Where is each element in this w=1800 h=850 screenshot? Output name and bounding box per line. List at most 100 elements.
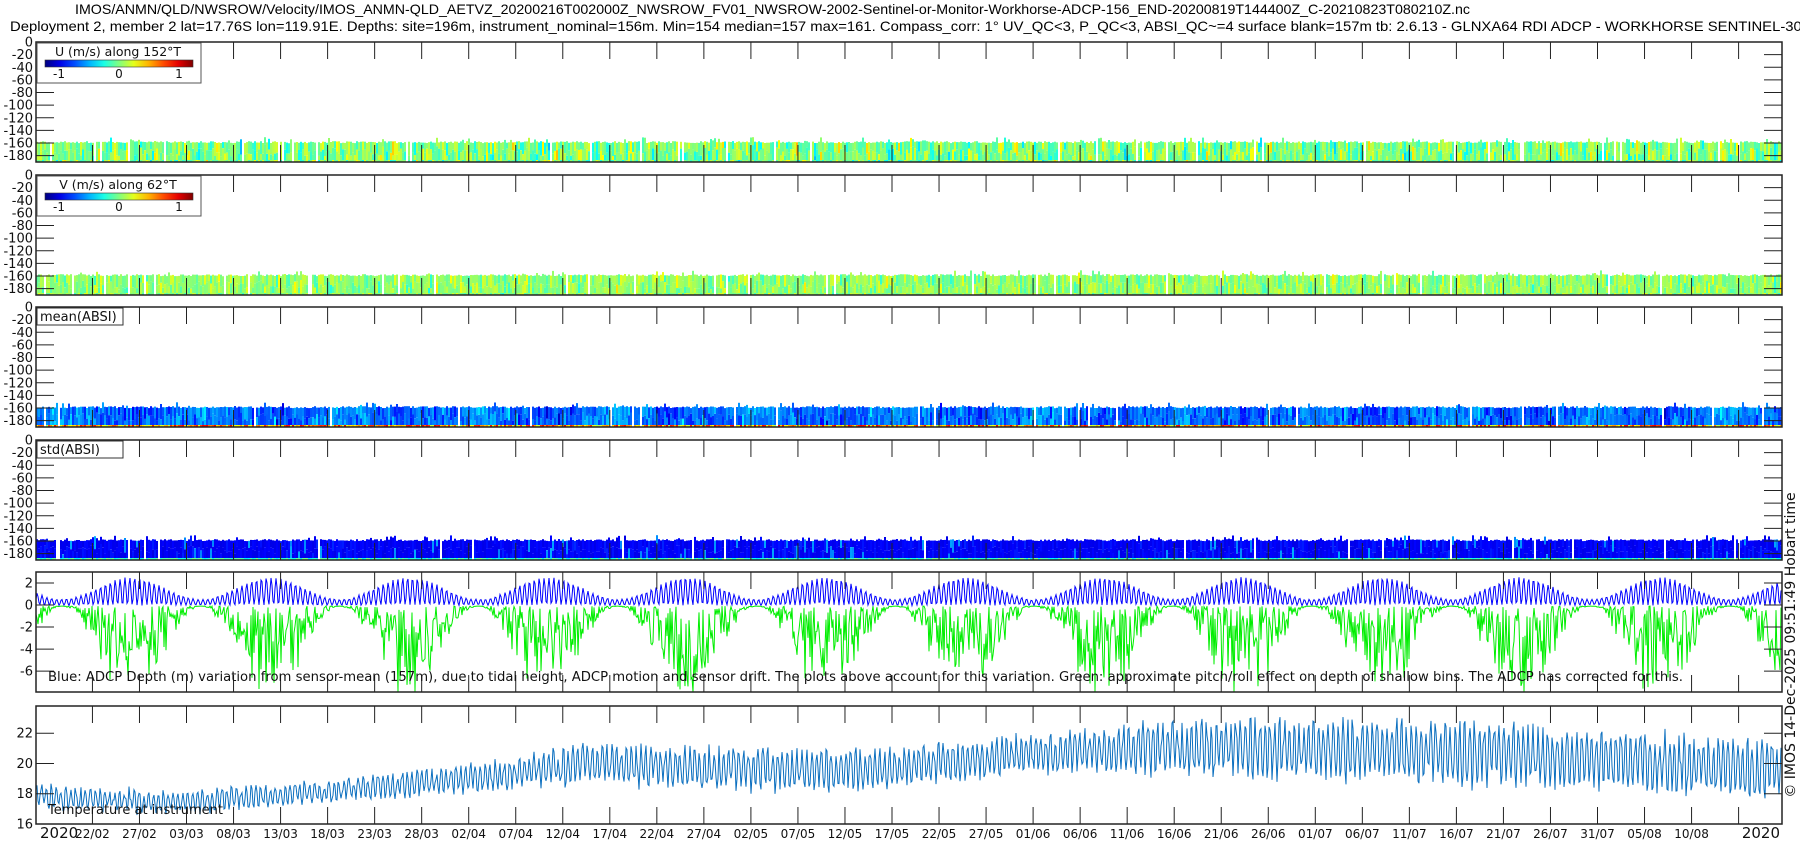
heatmap-cell xyxy=(1062,141,1064,152)
heatmap-cell xyxy=(538,142,540,150)
heatmap-cell xyxy=(346,141,348,155)
heatmap-cell xyxy=(1372,275,1374,283)
heatmap-cell xyxy=(264,276,266,287)
heatmap-cell xyxy=(1336,282,1338,293)
heatmap-cell xyxy=(1330,140,1332,153)
heatmap-cell xyxy=(1412,274,1414,284)
heatmap-cell xyxy=(1392,154,1394,160)
heatmap-cell xyxy=(806,141,808,148)
heatmap-cell xyxy=(508,274,510,283)
heatmap-cell xyxy=(1754,150,1756,160)
heatmap-cell xyxy=(84,148,86,160)
heatmap-cell xyxy=(818,275,820,284)
heatmap-cell xyxy=(1098,283,1100,293)
heatmap-cell xyxy=(322,274,324,287)
heatmap-cell xyxy=(1284,142,1286,155)
heatmap-cell xyxy=(622,275,624,283)
heatmap-cell xyxy=(500,155,502,160)
heatmap-cell xyxy=(1350,154,1352,160)
heatmap-cell xyxy=(1008,275,1010,284)
heatmap-cell xyxy=(1050,143,1052,156)
heatmap-cell xyxy=(612,156,614,160)
heatmap-cell xyxy=(1252,286,1254,293)
heatmap-cell xyxy=(756,151,758,160)
heatmap-cell xyxy=(1056,142,1058,150)
heatmap-cell xyxy=(64,150,66,160)
heatmap-cell xyxy=(456,141,458,151)
heatmap-cell xyxy=(1250,148,1252,160)
heatmap-cell xyxy=(1326,142,1328,153)
heatmap-cell xyxy=(1416,275,1418,283)
heatmap-cell xyxy=(904,274,906,283)
heatmap-cell xyxy=(1048,154,1050,160)
heatmap-cell xyxy=(242,276,244,284)
heatmap-cell xyxy=(804,282,806,293)
heatmap-cell xyxy=(674,141,676,152)
heatmap-cell xyxy=(644,151,646,160)
heatmap-cell xyxy=(1300,275,1302,284)
heatmap-cell xyxy=(1368,288,1370,293)
heatmap-cell xyxy=(162,287,164,293)
heatmap-cell xyxy=(524,274,526,282)
heatmap-cell xyxy=(1306,152,1308,160)
heatmap-cell xyxy=(202,142,204,152)
heatmap-cell xyxy=(1140,141,1142,148)
heatmap-cell xyxy=(602,287,604,293)
heatmap-cell xyxy=(1526,154,1528,160)
heatmap-cell xyxy=(126,287,128,293)
heatmap-cell xyxy=(362,274,364,289)
heatmap-cell xyxy=(1584,150,1586,160)
heatmap-cell xyxy=(1332,284,1334,293)
heatmap-cell xyxy=(1584,142,1586,151)
heatmap-cell xyxy=(80,155,82,160)
heatmap-cell xyxy=(1566,149,1568,160)
heatmap-cell xyxy=(570,275,572,282)
heatmap-cell xyxy=(88,151,90,160)
heatmap-cell xyxy=(1044,274,1046,281)
heatmap-cell xyxy=(618,141,620,153)
heatmap-cell xyxy=(1256,274,1258,284)
heatmap-cell xyxy=(840,274,842,286)
heatmap-cell xyxy=(158,274,160,285)
heatmap-cell xyxy=(982,142,984,155)
heatmap-cell xyxy=(336,151,338,160)
heatmap-cell xyxy=(48,281,50,293)
heatmap-cell xyxy=(360,275,362,289)
heatmap-cell xyxy=(1248,275,1250,288)
heatmap-cell xyxy=(84,142,86,149)
heatmap-cell xyxy=(1184,146,1186,160)
heatmap-cell xyxy=(86,284,88,293)
heatmap-cell xyxy=(324,141,326,156)
heatmap-cell xyxy=(214,156,216,160)
heatmap-cell xyxy=(724,288,726,293)
heatmap-cell xyxy=(784,275,786,287)
heatmap-cell xyxy=(1504,274,1506,282)
heatmap-cell xyxy=(1454,288,1456,293)
heatmap-cell xyxy=(312,142,314,155)
heatmap-cell xyxy=(856,150,858,160)
heatmap-cell xyxy=(296,271,298,282)
heatmap-cell xyxy=(1572,154,1574,160)
heatmap-cell xyxy=(396,285,398,293)
heatmap-cell xyxy=(782,288,784,293)
heatmap-cell xyxy=(1730,154,1732,160)
heatmap-cell xyxy=(1572,282,1574,293)
heatmap-cell xyxy=(448,281,450,293)
heatmap-cell xyxy=(554,286,556,293)
heatmap-cell xyxy=(1106,274,1108,281)
heatmap-cell xyxy=(1230,274,1232,284)
heatmap-cell xyxy=(788,152,790,160)
heatmap-cell xyxy=(1400,148,1402,160)
heatmap-cell xyxy=(474,153,476,160)
heatmap-cell xyxy=(620,285,622,293)
heatmap-cell xyxy=(1014,275,1016,288)
heatmap-cell xyxy=(606,284,608,293)
heatmap-cell xyxy=(1106,148,1108,160)
heatmap-cell xyxy=(1286,275,1288,286)
heatmap-cell xyxy=(264,144,266,160)
heatmap-cell xyxy=(1180,275,1182,285)
heatmap-cell xyxy=(1048,141,1050,154)
heatmap-cell xyxy=(496,149,498,160)
heatmap-cell xyxy=(746,141,748,156)
heatmap-cell xyxy=(996,289,998,293)
